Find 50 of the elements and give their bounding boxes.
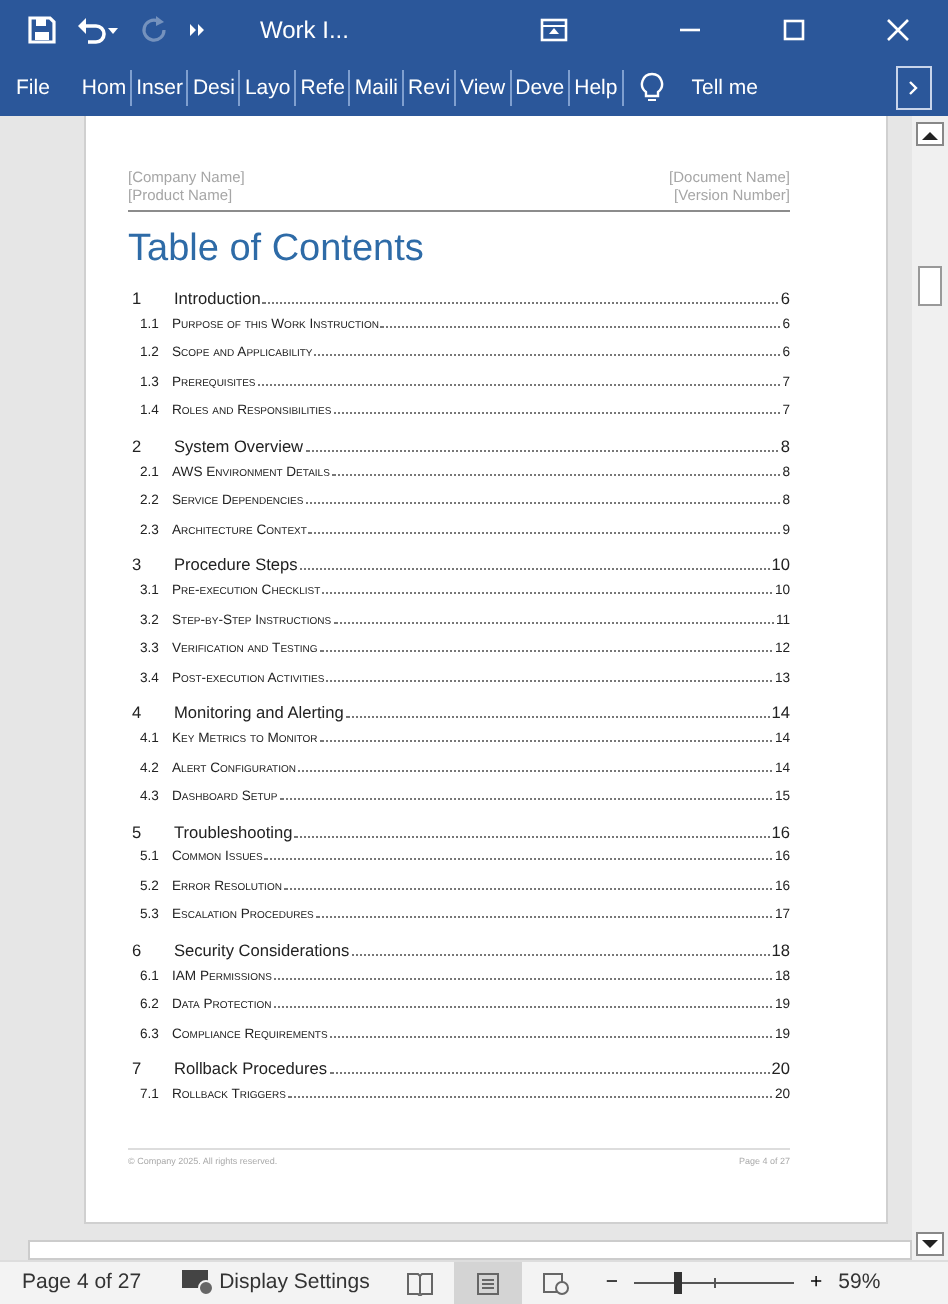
toc-page-number: 10	[771, 552, 790, 578]
toc-page-number: 16	[771, 819, 790, 845]
toc-entry[interactable]: Troubleshooting	[174, 819, 293, 845]
window-title: Work I...	[260, 14, 351, 48]
toc-heading: Table of Contents	[128, 226, 426, 274]
toc-number: 7	[130, 1056, 144, 1082]
toc-page-number: 6	[780, 286, 790, 311]
zoom-percentage[interactable]: 59%	[838, 1267, 881, 1299]
toc-number: 5	[130, 819, 144, 845]
ribbon-tab[interactable]: File	[12, 68, 54, 108]
toc-entry[interactable]: Procedure Steps	[174, 552, 298, 578]
toc-page-number: 18	[771, 938, 790, 963]
toc-number: 4	[130, 700, 144, 726]
display-settings-button[interactable]: Display Settings	[181, 1267, 370, 1299]
ribbon-tab[interactable]: Inser	[132, 68, 187, 108]
save-icon[interactable]	[28, 16, 56, 44]
ribbon-tab[interactable]: View	[456, 68, 510, 108]
ribbon-tab[interactable]: Refe	[296, 68, 349, 108]
zoom-out-button[interactable]: −	[605, 1267, 618, 1299]
toc-number: 6	[130, 938, 144, 963]
tell-me-search[interactable]: Tell me	[687, 68, 762, 108]
toc-number: 2	[130, 433, 144, 459]
ribbon-tab[interactable]: Maili	[350, 68, 403, 108]
ribbon-expand-button[interactable]	[896, 66, 932, 110]
scrollbar-thumb[interactable]	[918, 266, 942, 306]
toc-entry[interactable]: Introduction	[174, 286, 261, 311]
ribbon-tab[interactable]: Desi	[188, 68, 239, 108]
toc-page-number: 8	[780, 433, 790, 459]
toc-page-number: 14	[771, 700, 790, 726]
undo-icon[interactable]	[76, 16, 120, 44]
more-icon[interactable]	[188, 20, 208, 40]
print-layout-icon[interactable]	[453, 1261, 522, 1304]
ribbon-tab[interactable]: Hom	[77, 68, 131, 108]
lightbulb-icon	[639, 72, 664, 104]
ribbon-tab[interactable]: Layo	[240, 68, 295, 108]
toc-entry[interactable]: Security Considerations	[174, 938, 350, 963]
toc-entry[interactable]: Rollback Procedures	[174, 1056, 328, 1082]
toc-entry[interactable]: System Overview	[174, 433, 304, 459]
zoom-in-button[interactable]: +	[810, 1267, 823, 1299]
toc-number: 1	[130, 286, 144, 311]
toc-number: 3	[130, 552, 144, 578]
ribbon-tab[interactable]: Deve	[511, 68, 569, 108]
toc-entry[interactable]: Monitoring and Alerting	[174, 700, 344, 726]
chevron-right-icon	[908, 80, 920, 96]
slider-thumb[interactable]	[673, 1271, 682, 1293]
page-count: Page 4 of 27	[22, 1267, 142, 1298]
horizontal-scrollbar[interactable]	[28, 1240, 912, 1260]
ribbon-tab[interactable]: Revi	[404, 68, 455, 108]
toc-page-number: 20	[771, 1056, 790, 1082]
ribbon-tab[interactable]: Help	[570, 68, 622, 108]
